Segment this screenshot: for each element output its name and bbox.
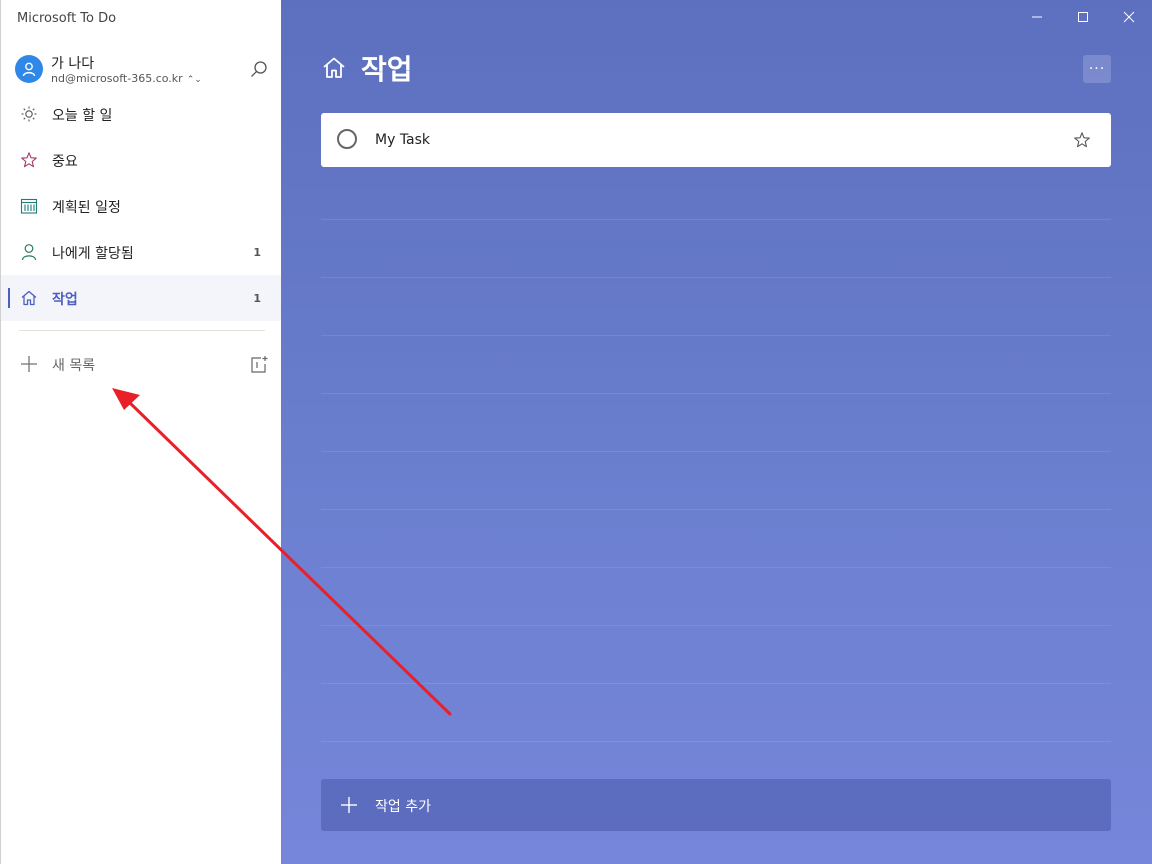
task-complete-checkbox[interactable] (337, 129, 357, 149)
sidebar-item-assigned[interactable]: 나에게 할당됨 1 (1, 229, 281, 275)
list-rule (321, 625, 1111, 626)
sidebar-item-label: 작업 (52, 292, 78, 308)
sidebar: Microsoft To Do 가 나다 nd@microsoft-365.co… (0, 0, 281, 864)
search-icon (251, 61, 267, 77)
list-header: 작업 (321, 48, 413, 88)
list-rule (321, 277, 1111, 278)
maximize-icon (1078, 12, 1088, 22)
window-controls (1014, 0, 1152, 34)
minimize-icon (1032, 16, 1042, 18)
page-title: 작업 (361, 53, 413, 86)
plus-icon (19, 354, 39, 374)
task-title: My Task (375, 132, 431, 148)
sidebar-item-planned[interactable]: 계획된 일정 (1, 183, 281, 229)
star-icon (19, 150, 39, 170)
person-avatar-icon (22, 62, 36, 77)
new-group-button[interactable] (248, 354, 270, 376)
sidebar-nav: 오늘 할 일 중요 계획된 일정 나에게 할당됨 1 작업 1 (1, 91, 281, 321)
home-icon (19, 288, 39, 308)
add-task-input[interactable]: 작업 추가 (321, 779, 1111, 831)
calendar-icon (19, 196, 39, 216)
list-rule (321, 683, 1111, 684)
list-rule (321, 335, 1111, 336)
list-rule (321, 741, 1111, 742)
task-item[interactable]: My Task (321, 113, 1111, 167)
sidebar-item-label: 나에게 할당됨 (52, 246, 134, 262)
account-email: nd@microsoft-365.co.kr (51, 72, 183, 85)
sidebar-item-label: 계획된 일정 (52, 200, 121, 216)
sidebar-item-important[interactable]: 중요 (1, 137, 281, 183)
avatar (15, 55, 43, 83)
sidebar-item-my-day[interactable]: 오늘 할 일 (1, 91, 281, 137)
sidebar-item-label: 오늘 할 일 (52, 108, 113, 124)
sidebar-item-count: 1 (253, 292, 261, 305)
person-icon (19, 242, 39, 262)
sun-icon (19, 104, 39, 124)
home-icon (323, 57, 345, 78)
chevron-updown-icon: ⌃⌄ (186, 75, 202, 85)
close-button[interactable] (1106, 0, 1152, 34)
list-rule (321, 509, 1111, 510)
sidebar-item-count: 1 (253, 246, 261, 259)
sidebar-divider (19, 330, 265, 331)
list-rule (321, 451, 1111, 452)
account-name: 가 나다 (51, 56, 95, 72)
sidebar-item-label: 중요 (52, 154, 78, 170)
app-title: Microsoft To Do (17, 11, 117, 26)
new-list-label: 새 목록 (52, 358, 96, 374)
minimize-button[interactable] (1014, 0, 1060, 34)
more-options-button[interactable]: ··· (1083, 55, 1111, 83)
account-switcher[interactable]: 가 나다 nd@microsoft-365.co.kr ⌃⌄ (15, 53, 275, 87)
list-rule (321, 219, 1111, 220)
list-rule (321, 567, 1111, 568)
new-list-button[interactable]: 새 목록 (1, 342, 281, 386)
maximize-button[interactable] (1060, 0, 1106, 34)
star-icon[interactable] (1073, 131, 1091, 149)
sidebar-item-tasks[interactable]: 작업 1 (1, 275, 281, 321)
list-rule (321, 393, 1111, 394)
active-indicator (8, 288, 10, 308)
new-group-icon (251, 356, 268, 373)
add-task-label: 작업 추가 (375, 799, 431, 815)
plus-icon (339, 795, 359, 815)
close-icon (1123, 11, 1135, 23)
main-panel: 작업 ··· My Task 작업 추가 (281, 0, 1152, 864)
search-button[interactable] (248, 59, 270, 81)
